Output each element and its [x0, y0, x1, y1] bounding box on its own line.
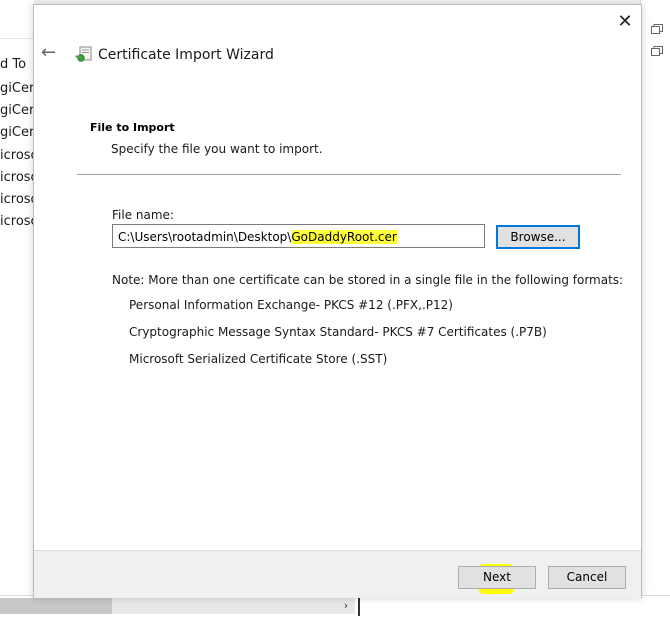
- certificate-wizard-icon: [75, 46, 93, 64]
- certificate-import-dialog: ✕ ← Certificate Import Wizard File to Im…: [33, 4, 642, 598]
- format-item: Microsoft Serialized Certificate Store (…: [129, 352, 387, 366]
- cancel-button[interactable]: Cancel: [548, 566, 626, 589]
- wizard-title: Certificate Import Wizard: [98, 45, 274, 65]
- formats-note: Note: More than one certificate can be s…: [112, 273, 623, 287]
- background-list-item: giCert: [0, 122, 34, 144]
- file-name-input[interactable]: C:\Users\rootadmin\Desktop\GoDaddyRoot.c…: [112, 224, 485, 248]
- column-divider[interactable]: [358, 598, 360, 616]
- format-item: Personal Information Exchange- PKCS #12 …: [129, 298, 453, 312]
- section-title: File to Import: [90, 121, 175, 134]
- restore-icon[interactable]: [651, 24, 663, 34]
- chevron-right-icon[interactable]: ›: [338, 598, 354, 614]
- scrollbar-thumb[interactable]: [0, 598, 112, 614]
- next-button[interactable]: Next: [458, 566, 536, 589]
- close-icon[interactable]: ✕: [611, 8, 639, 36]
- format-item: Cryptographic Message Syntax Standard- P…: [129, 325, 547, 339]
- background-right-panel: [640, 0, 670, 600]
- background-list-item: icrosc: [0, 145, 34, 167]
- background-list-item: icrosc: [0, 167, 34, 189]
- header-separator: [77, 174, 621, 175]
- background-list-item: d To: [0, 54, 34, 76]
- restore-icon[interactable]: [651, 46, 663, 56]
- background-list-item: icrosc: [0, 189, 34, 211]
- back-arrow-icon[interactable]: ←: [41, 43, 61, 63]
- file-path-prefix: C:\Users\rootadmin\Desktop\: [118, 230, 291, 244]
- background-list: d To giCert giCert giCert icrosc icrosc …: [0, 0, 34, 595]
- background-list-item: icrosc: [0, 211, 34, 233]
- browse-button[interactable]: Browse...: [496, 225, 580, 249]
- file-name-label: File name:: [112, 208, 174, 222]
- file-path-filename: GoDaddyRoot.cer: [291, 230, 397, 244]
- background-divider: [0, 38, 34, 39]
- dialog-footer: Next Cancel: [34, 550, 641, 598]
- background-list-item: giCert: [0, 100, 34, 122]
- background-list-item: giCert: [0, 78, 34, 100]
- section-description: Specify the file you want to import.: [111, 142, 323, 156]
